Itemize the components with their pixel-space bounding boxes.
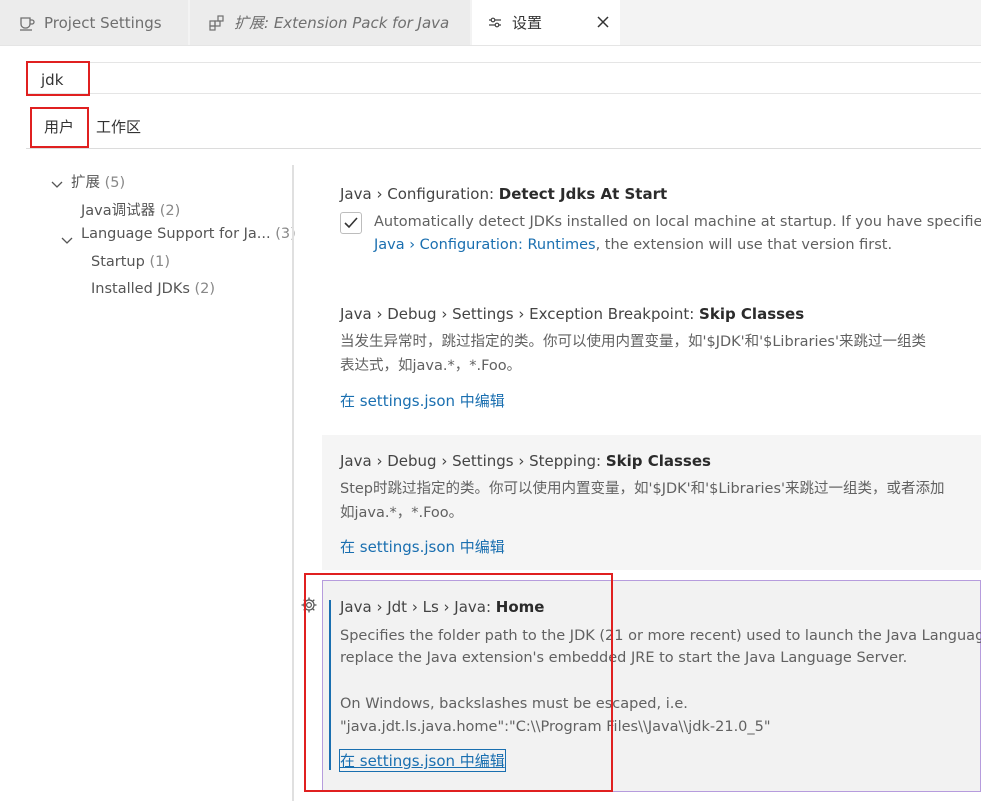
toc-item-java-debugger[interactable]: Java调试器 (2): [81, 199, 180, 220]
search-value: jdk: [41, 71, 64, 89]
editor-tab-bar: Project Settings 扩展: Extension Pack for …: [0, 0, 981, 46]
setting-description: Java › Configuration: Runtimes, the exte…: [374, 237, 893, 253]
setting-stepping-skip-classes: Java › Debug › Settings › Stepping: Skip…: [322, 435, 981, 570]
setting-title: Java › Configuration: Detect Jdks At Sta…: [340, 185, 668, 203]
settings-toc: 扩展 (5) Java调试器 (2) Language Support for …: [0, 165, 296, 801]
tab-divider: [470, 0, 471, 45]
setting-description: Step时跳过指定的类。你可以使用内置变量，如'$JDK'和'$Librarie…: [340, 481, 945, 497]
gear-icon[interactable]: [300, 596, 318, 614]
toc-splitter[interactable]: [292, 165, 294, 801]
setting-java-home-content: Java › Jdt › Ls › Java: Home Specifies t…: [322, 580, 981, 792]
setting-description: Automatically detect JDKs installed on l…: [374, 214, 981, 230]
setting-checkbox[interactable]: [340, 212, 362, 234]
toc-item-extensions[interactable]: 扩展 (5): [71, 171, 125, 192]
chevron-down-icon[interactable]: [61, 231, 73, 244]
edit-in-settings-json-link[interactable]: 在 settings.json 中编辑: [340, 390, 505, 411]
tab-label: Project Settings: [44, 13, 162, 32]
setting-description: "java.jdt.ls.java.home":"C:\\Program Fil…: [340, 719, 771, 735]
runtimes-link[interactable]: Java › Configuration: Runtimes: [374, 237, 596, 253]
tab-label: 扩展: Extension Pack for Java: [234, 14, 450, 32]
setting-exception-skip-classes: Java › Debug › Settings › Exception Brea…: [322, 290, 981, 425]
setting-description: 表达式，如java.*，*.Foo。: [340, 358, 522, 374]
tab-divider: [188, 0, 189, 45]
tab-extension-pack[interactable]: 扩展: Extension Pack for Java: [190, 0, 470, 45]
setting-description: On Windows, backslashes must be escaped,…: [340, 696, 688, 712]
scope-divider: [26, 148, 981, 149]
toc-item-language-support[interactable]: Language Support for Ja... (3): [81, 226, 296, 242]
tab-workspace[interactable]: 工作区: [96, 116, 141, 137]
settings-sliders-icon: [486, 14, 504, 32]
toc-item-startup[interactable]: Startup (1): [91, 254, 170, 270]
setting-description: 当发生异常时，跳过指定的类。你可以使用内置变量，如'$JDK'和'$Librar…: [340, 334, 926, 350]
coffee-cup-icon: [18, 14, 36, 32]
settings-search-input[interactable]: jdk: [26, 62, 981, 94]
setting-description: Specifies the folder path to the JDK (21…: [340, 628, 981, 644]
chevron-down-icon[interactable]: [51, 175, 63, 188]
checkmark-icon: [344, 217, 358, 229]
setting-title: Java › Debug › Settings › Exception Brea…: [340, 305, 805, 323]
setting-title: Java › Jdt › Ls › Java: Home: [340, 598, 545, 616]
edit-in-settings-json-link[interactable]: 在 settings.json 中编辑: [340, 536, 505, 557]
setting-description: 如java.*，*.Foo。: [340, 505, 464, 521]
setting-title: Java › Debug › Settings › Stepping: Skip…: [340, 452, 711, 470]
setting-description: replace the Java extension's embedded JR…: [340, 650, 908, 666]
toc-item-installed-jdks[interactable]: Installed JDKs (2): [91, 281, 215, 297]
tab-user[interactable]: 用户: [44, 116, 74, 137]
tab-project-settings[interactable]: Project Settings: [0, 0, 188, 45]
extensions-icon: [208, 14, 226, 32]
edit-in-settings-json-link[interactable]: 在 settings.json 中编辑: [339, 749, 506, 772]
tab-label: 设置: [512, 14, 543, 32]
close-icon[interactable]: [594, 13, 612, 31]
setting-detect-jdks: Java › Configuration: Detect Jdks At Sta…: [322, 170, 981, 280]
